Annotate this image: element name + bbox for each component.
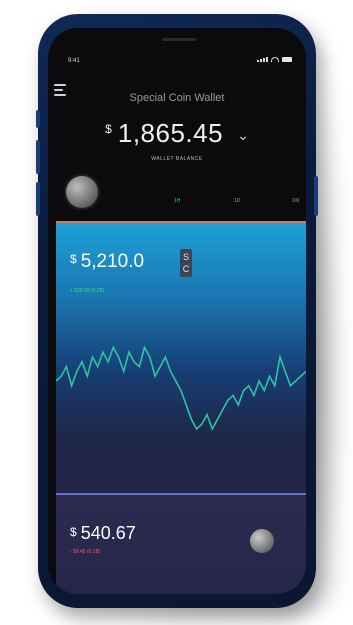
coin-ticker-badge: S C	[180, 249, 192, 277]
secondary-price-currency: $	[70, 525, 77, 539]
balance-amount: 1,865.45	[117, 118, 224, 148]
price-change-up: + $29.45 (0.26)	[70, 288, 105, 294]
wallet-title: Special Coin Wallet	[129, 92, 225, 104]
tab-1w[interactable]: 1W	[292, 198, 300, 204]
wallet-balance[interactable]: $ 1,865.45 ⌄	[48, 118, 306, 149]
phone-side-button	[36, 110, 40, 128]
battery-icon	[282, 57, 292, 62]
chevron-down-icon[interactable]: ⌄	[237, 127, 249, 144]
chart-price: $ 5,210.0	[70, 251, 144, 273]
tab-1d[interactable]: 1D	[234, 198, 240, 204]
wifi-icon	[271, 57, 279, 62]
coin-icon[interactable]	[66, 176, 98, 208]
secondary-price-value: 540.67	[80, 523, 136, 543]
price-series-line	[56, 345, 306, 431]
secondary-price: $ 540.67	[70, 523, 136, 544]
wallet-balance-label: WALLET BALANCE	[151, 156, 203, 162]
phone-side-button	[36, 140, 40, 174]
status-time: 9:41	[68, 58, 80, 64]
app-screen: 9:41 Special Coin Wallet $ 1,865.45 ⌄ WA…	[48, 28, 306, 594]
chart-price-value: 5,210.0	[80, 251, 145, 272]
secondary-coin-card[interactable]: $ 540.67 - $9.45 (0.18)	[56, 493, 306, 594]
chart-price-currency: $	[70, 252, 77, 266]
signal-icon	[257, 57, 268, 62]
status-icons	[257, 57, 292, 62]
coin-ticker-letter: S	[182, 252, 189, 262]
coin-icon[interactable]	[250, 529, 274, 553]
price-chart-card[interactable]: $ 5,210.0 S C + $29.45 (0.26)	[56, 221, 306, 495]
phone-power-button	[314, 176, 318, 216]
price-change-down: - $9.45 (0.18)	[70, 549, 101, 555]
balance-currency: $	[105, 122, 112, 136]
coin-ticker-letter: C	[182, 264, 190, 274]
phone-side-button	[36, 182, 40, 216]
tab-1h[interactable]: 1H	[174, 198, 180, 204]
earpiece-speaker	[162, 38, 196, 41]
